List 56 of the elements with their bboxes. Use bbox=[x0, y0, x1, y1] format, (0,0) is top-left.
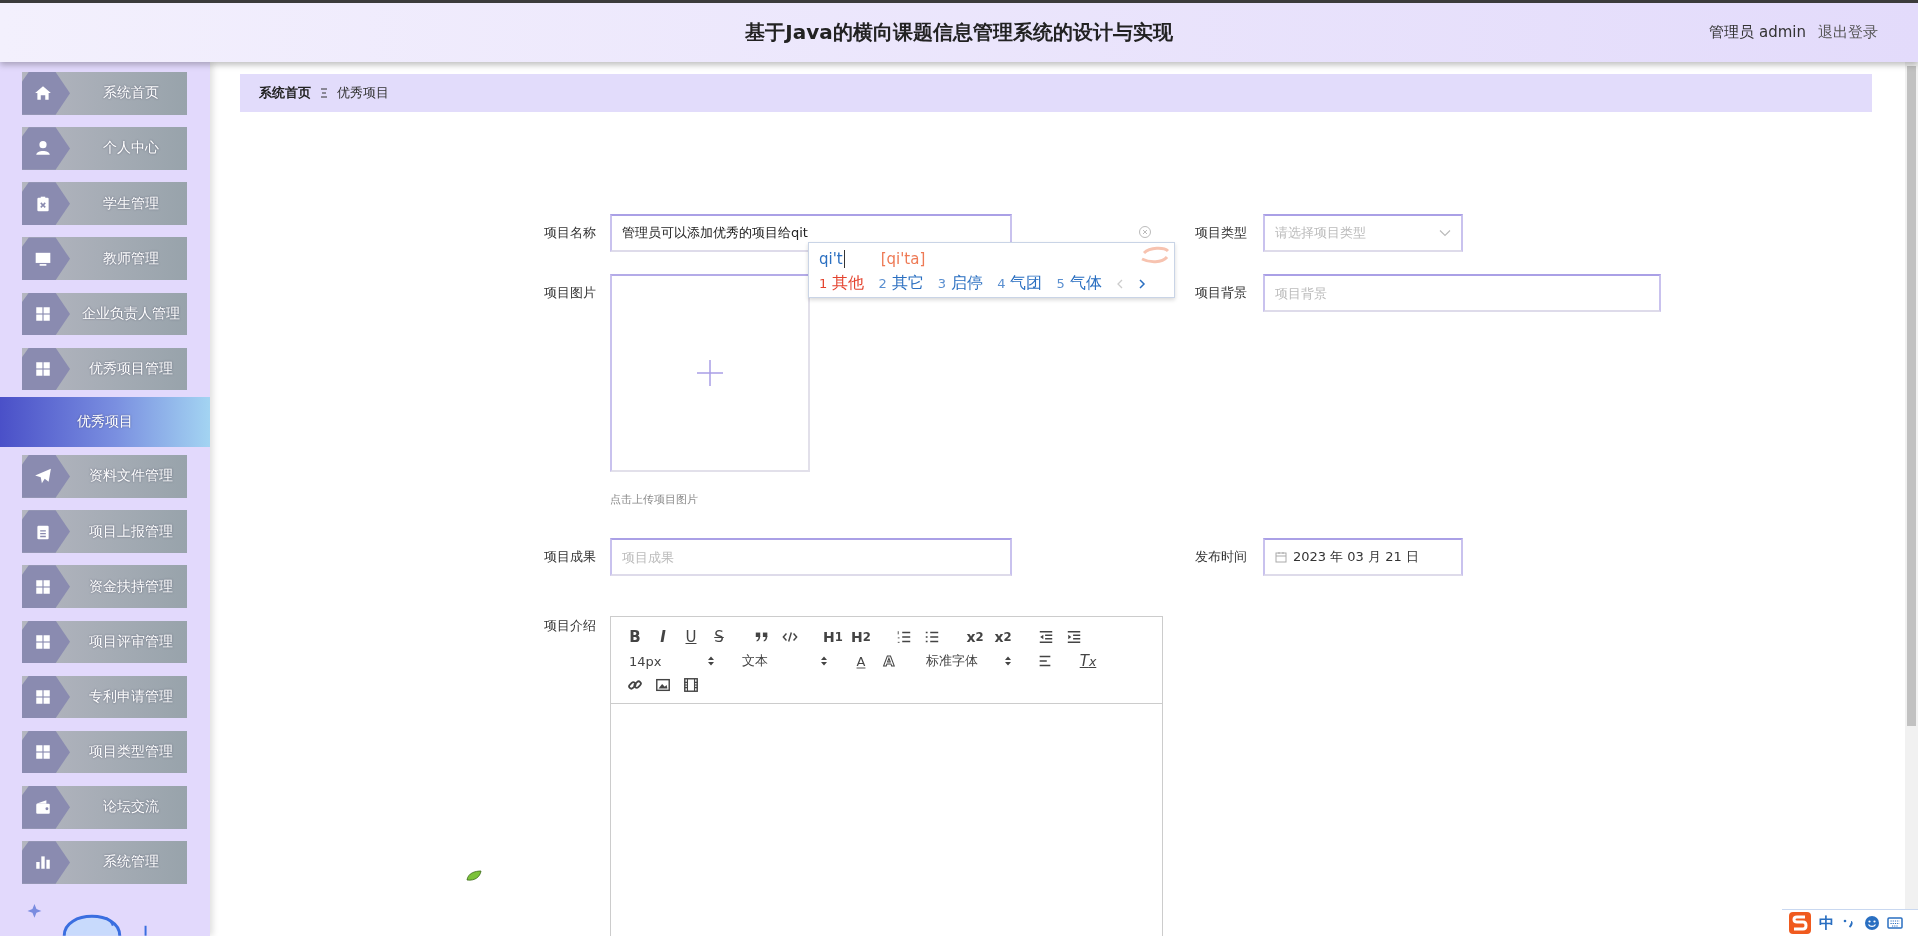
bold-button[interactable]: B bbox=[621, 625, 649, 649]
breadcrumb-current: 优秀项目 bbox=[337, 84, 389, 102]
home-icon bbox=[34, 84, 52, 103]
up-down-icon bbox=[707, 655, 715, 667]
field-label: 项目背景 bbox=[1195, 284, 1248, 302]
ime-candidate[interactable]: 5 气体 bbox=[1056, 273, 1102, 294]
field-label: 项目介绍 bbox=[544, 617, 597, 635]
ime-candidate[interactable]: 2 其它 bbox=[878, 273, 924, 294]
chevron-down-icon bbox=[1439, 229, 1451, 237]
wallet-icon bbox=[34, 798, 52, 817]
grid-icon bbox=[34, 743, 52, 762]
field-label: 项目类型 bbox=[1195, 224, 1248, 242]
input-field[interactable]: 项目背景 bbox=[1263, 274, 1661, 312]
smiley-icon[interactable] bbox=[1864, 915, 1880, 931]
field-label: 发布时间 bbox=[1195, 548, 1248, 566]
grid-icon bbox=[34, 632, 52, 651]
app-title: 基于Java的横向课题信息管理系统的设计与实现 bbox=[745, 19, 1173, 46]
scrollbar[interactable] bbox=[1905, 62, 1918, 909]
underline-button[interactable]: U bbox=[677, 625, 705, 649]
grid-icon bbox=[34, 360, 52, 379]
chevron-right-icon[interactable] bbox=[1137, 277, 1146, 290]
ime-candidate[interactable]: 1 其他 bbox=[819, 273, 865, 294]
dropdown[interactable]: 14px bbox=[621, 649, 719, 673]
dropdown[interactable]: 文本 bbox=[734, 649, 832, 673]
keyboard-icon[interactable] bbox=[1887, 915, 1903, 931]
italic-button[interactable]: I bbox=[649, 625, 677, 649]
field-label: 项目成果 bbox=[544, 548, 597, 566]
clipboard-icon bbox=[34, 194, 52, 213]
grid-icon bbox=[34, 304, 52, 323]
logout-link[interactable]: 退出登录 bbox=[1818, 23, 1878, 42]
user-icon bbox=[34, 139, 52, 158]
background-color-button[interactable]: A bbox=[875, 649, 903, 673]
user-name: 管理员 admin bbox=[1709, 23, 1806, 42]
dropdown[interactable]: 标准字体 bbox=[918, 649, 1016, 673]
up-down-icon bbox=[820, 655, 828, 667]
strikethrough-button[interactable]: S bbox=[705, 625, 733, 649]
breadcrumb-link[interactable]: 系统首页 bbox=[259, 84, 311, 102]
leaf-icon bbox=[466, 870, 482, 882]
grid-icon bbox=[34, 688, 52, 706]
upload-hint: 点击上传项目图片 bbox=[610, 492, 699, 507]
ime-candidate[interactable]: 4 气团 bbox=[997, 273, 1043, 294]
calendar-icon bbox=[1275, 551, 1287, 563]
separator-icon bbox=[320, 87, 328, 99]
plus-icon bbox=[697, 360, 723, 386]
field-label: 项目图片 bbox=[544, 284, 597, 302]
text-color-button[interactable]: A bbox=[847, 649, 875, 673]
input-mode[interactable]: 中 bbox=[1819, 913, 1834, 933]
ime-pinyin-hint: [qi'ta] bbox=[880, 249, 926, 268]
bar-chart-icon bbox=[34, 853, 52, 872]
sidebar-item[interactable]: 优秀项目 bbox=[0, 396, 210, 447]
input-field[interactable]: 项目成果 bbox=[610, 538, 1012, 576]
date-field[interactable]: 2023 年 03 月 21 日 bbox=[1263, 538, 1463, 576]
field-label: 项目名称 bbox=[544, 224, 597, 242]
up-down-icon bbox=[1004, 655, 1012, 667]
grid-icon bbox=[34, 577, 52, 596]
ime-candidate[interactable]: 3 启停 bbox=[937, 273, 984, 294]
